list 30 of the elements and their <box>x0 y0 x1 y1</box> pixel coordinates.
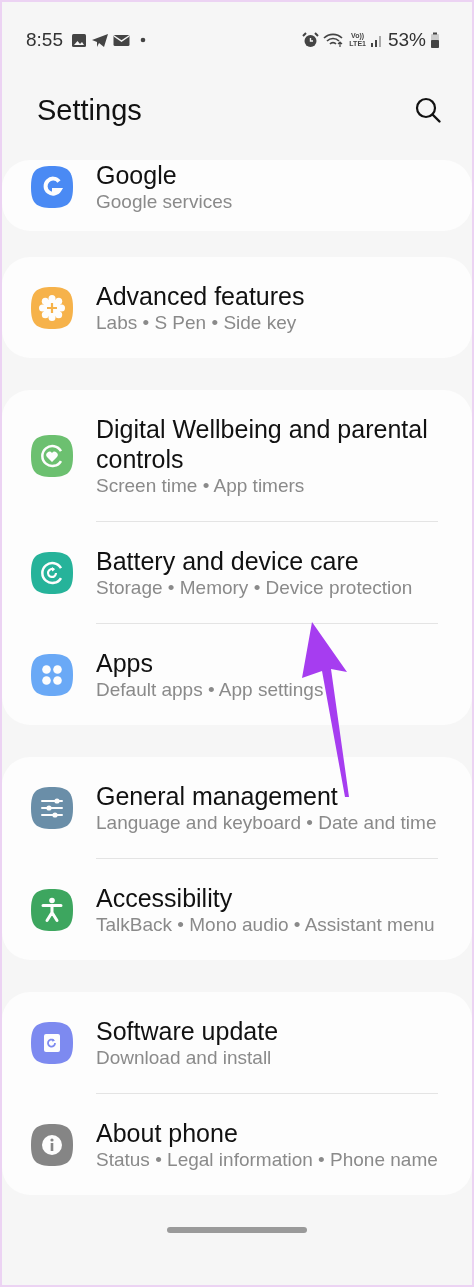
item-title: Software update <box>96 1016 280 1046</box>
item-subtitle: Download and install <box>96 1046 273 1069</box>
item-subtitle: Google services <box>96 190 234 213</box>
settings-item[interactable]: General management Language and keyboard • Date and time <box>30 757 438 858</box>
battery-percent: 53% <box>387 27 426 52</box>
settings-item[interactable]: Battery and device care Storage • Memory • Device protection <box>30 522 438 623</box>
item-subtitle: Storage • Memory • Device protection <box>96 576 414 599</box>
settings-item[interactable]: Accessibility TalkBack • Mono audio • Assistant menu <box>30 859 438 960</box>
item-subtitle: Labs • S Pen • Side key <box>96 311 298 334</box>
item-title: Advanced features <box>96 281 306 311</box>
item-subtitle: Language and keyboard • Date and time <box>96 811 438 834</box>
item-title: Google <box>96 160 178 190</box>
settings-item[interactable]: Digital Wellbeing and parental controls Screen time • App timers <box>30 390 438 521</box>
item-title: Digital Wellbeing and parental controls <box>96 414 429 474</box>
item-subtitle: TalkBack • Mono audio • Assistant menu <box>96 913 436 936</box>
settings-item[interactable]: About phone Status • Legal information • Phone name <box>30 1094 438 1195</box>
settings-item[interactable]: Advanced features Labs • S Pen • Side key <box>30 257 438 358</box>
clock-text: 8:55 <box>26 27 63 52</box>
item-title: General management <box>96 781 339 811</box>
settings-item[interactable]: Google Google services <box>30 160 438 231</box>
item-subtitle: Default apps • App settings <box>96 678 325 701</box>
item-title: About phone <box>96 1118 239 1148</box>
screen-title: Settings <box>37 92 142 128</box>
item-title: Battery and device care <box>96 546 360 576</box>
settings-item[interactable]: Apps Default apps • App settings <box>30 624 438 725</box>
settings-item[interactable]: Software update Download and install <box>30 992 438 1093</box>
item-title: Apps <box>96 648 154 678</box>
item-title: Accessibility <box>96 883 234 913</box>
item-subtitle: Screen time • App timers <box>96 474 306 497</box>
item-subtitle: Status • Legal information • Phone name <box>96 1148 438 1171</box>
